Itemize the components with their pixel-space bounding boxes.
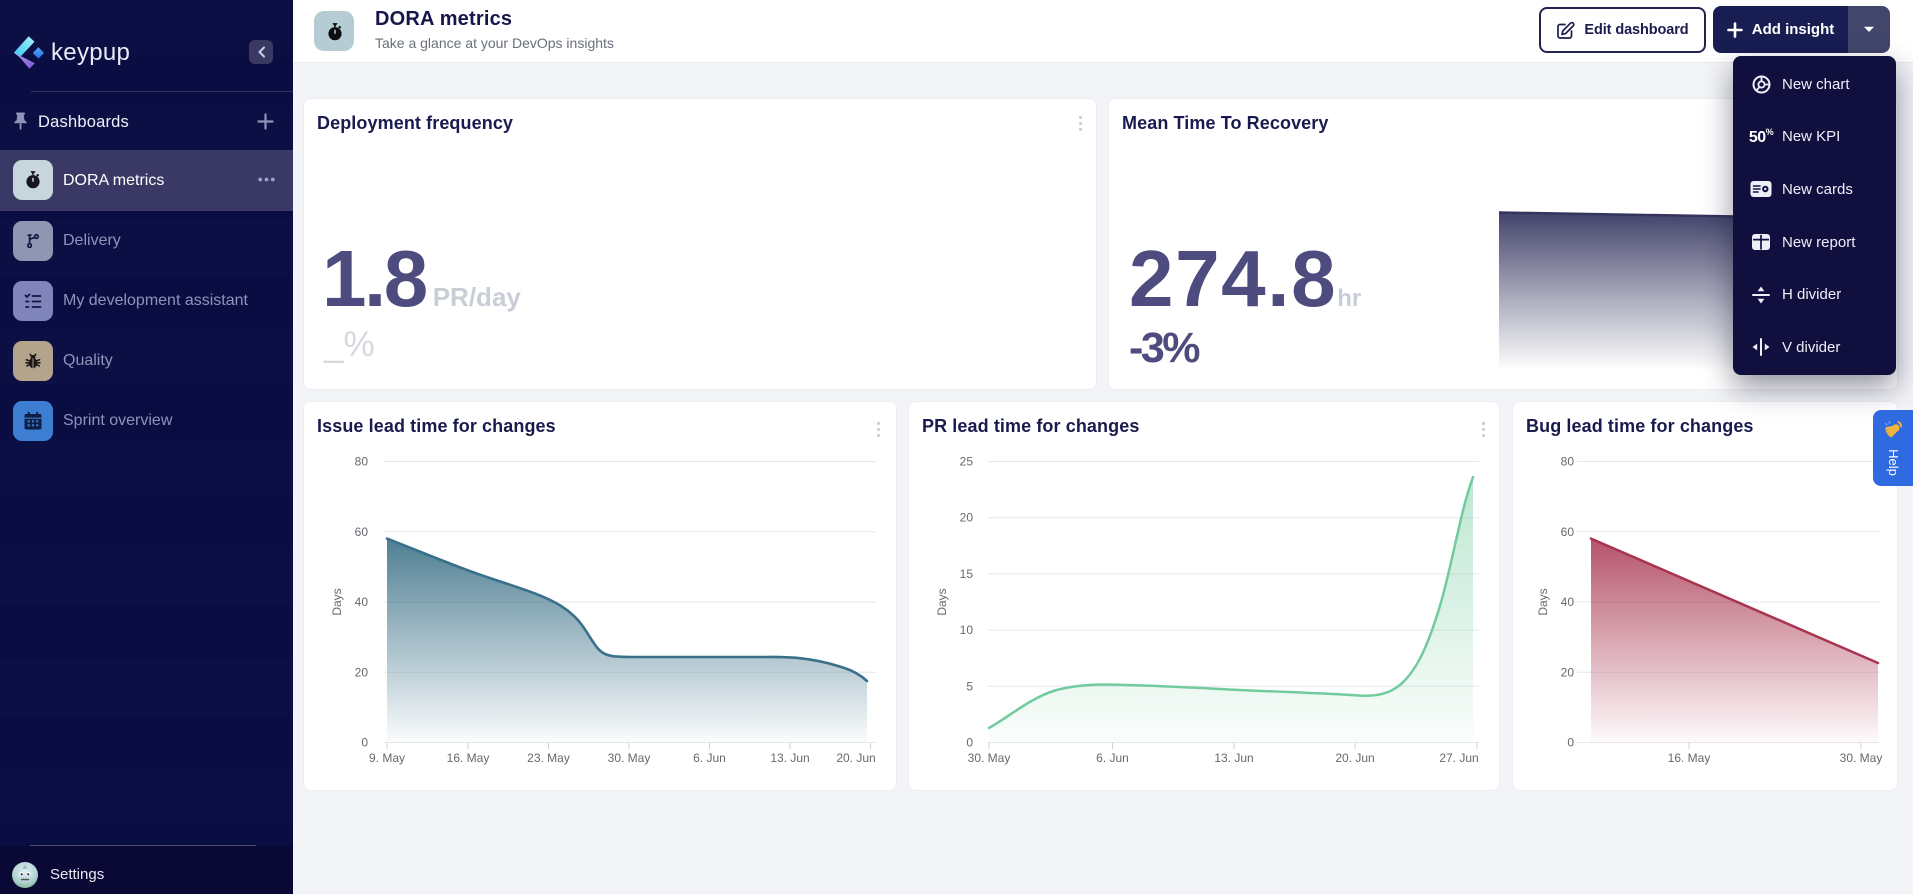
svg-text:9. May: 9. May: [369, 751, 405, 765]
svg-text:30. May: 30. May: [1840, 751, 1883, 765]
svg-text:Days: Days: [1536, 588, 1550, 615]
svg-text:30. May: 30. May: [608, 751, 651, 765]
svg-text:20: 20: [355, 665, 369, 679]
svg-text:Days: Days: [935, 588, 949, 615]
svg-text:60: 60: [1561, 525, 1575, 539]
svg-text:20: 20: [960, 511, 974, 525]
svg-text:6. Jun: 6. Jun: [693, 751, 726, 765]
svg-text:Days: Days: [330, 588, 344, 615]
svg-text:16. May: 16. May: [1668, 751, 1711, 765]
svg-text:80: 80: [355, 455, 369, 469]
svg-text:0: 0: [966, 736, 973, 750]
svg-text:15: 15: [960, 567, 974, 581]
svg-text:25: 25: [960, 455, 974, 469]
svg-text:20. Jun: 20. Jun: [836, 751, 875, 765]
svg-text:40: 40: [355, 595, 369, 609]
svg-text:20. Jun: 20. Jun: [1335, 751, 1374, 765]
svg-text:16. May: 16. May: [447, 751, 490, 765]
svg-text:40: 40: [1561, 595, 1575, 609]
svg-text:0: 0: [1567, 736, 1574, 750]
svg-text:80: 80: [1561, 455, 1575, 469]
svg-text:5: 5: [966, 679, 973, 693]
svg-text:60: 60: [355, 525, 369, 539]
svg-text:6. Jun: 6. Jun: [1096, 751, 1129, 765]
svg-text:23. May: 23. May: [527, 751, 570, 765]
svg-text:27. Jun: 27. Jun: [1439, 751, 1478, 765]
svg-text:10: 10: [960, 623, 974, 637]
svg-text:30. May: 30. May: [968, 751, 1011, 765]
svg-text:13. Jun: 13. Jun: [770, 751, 809, 765]
svg-text:20: 20: [1561, 665, 1575, 679]
svg-text:13. Jun: 13. Jun: [1214, 751, 1253, 765]
svg-text:0: 0: [361, 736, 368, 750]
